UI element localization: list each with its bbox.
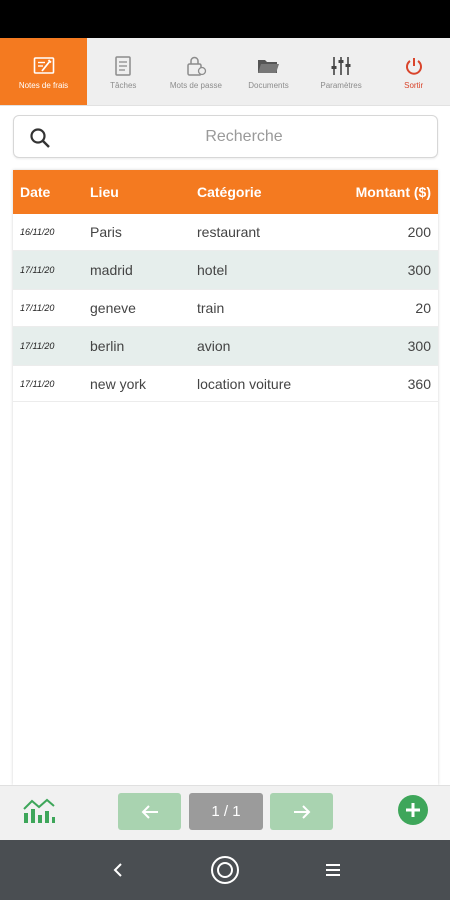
cell-date: 17/11/20 (20, 378, 55, 389)
bottom-toolbar: 1 / 1 (0, 785, 450, 840)
column-header-date[interactable]: Date (13, 184, 77, 200)
cell-montant: 360 (407, 375, 431, 392)
cell-montant: 20 (415, 300, 431, 316)
status-bar (0, 0, 450, 38)
stats-chart-icon[interactable] (22, 795, 56, 825)
cell-date: 16/11/20 (20, 227, 55, 237)
nav-item-parametres[interactable]: Paramètres (305, 38, 378, 105)
power-icon (402, 54, 426, 78)
arrow-left-icon (141, 804, 158, 819)
lock-icon (184, 54, 208, 78)
cell-categorie: hotel (197, 262, 228, 278)
column-header-lieu[interactable]: Lieu (77, 184, 184, 200)
table-row[interactable]: 16/11/20 Paris restaurant 200 (13, 214, 438, 251)
column-header-montant[interactable]: Montant ($) (334, 184, 438, 200)
nav-label: Tâches (110, 80, 137, 90)
table-row[interactable]: 17/11/20 geneve train 20 (13, 290, 438, 327)
cell-lieu: madrid (90, 262, 133, 278)
arrow-right-icon (293, 804, 310, 819)
search-box[interactable] (13, 115, 438, 158)
cell-montant: 300 (407, 262, 431, 278)
cell-categorie: train (197, 300, 225, 316)
column-header-categorie[interactable]: Catégorie (184, 184, 334, 200)
table-row[interactable]: 17/11/20 new york location voiture 360 (13, 366, 438, 402)
cell-lieu: new york (90, 375, 147, 392)
plus-icon (406, 803, 420, 817)
add-expense-button[interactable] (398, 795, 428, 825)
search-icon (30, 128, 50, 148)
cell-date: 17/11/20 (20, 265, 55, 275)
cell-date: 17/11/20 (20, 341, 55, 351)
nav-label: Notes de frais (18, 80, 69, 90)
table-row[interactable]: 17/11/20 madrid hotel 300 (13, 251, 438, 290)
search-input[interactable] (64, 116, 424, 157)
nav-item-notes-de-frais[interactable]: Notes de frais (0, 38, 87, 105)
sliders-icon (329, 54, 353, 78)
nav-label: Sortir (404, 80, 424, 90)
nav-item-documents[interactable]: Documents (232, 38, 305, 105)
nav-label: Documents (248, 80, 289, 90)
system-back-button[interactable] (102, 854, 134, 886)
nav-item-taches[interactable]: Tâches (87, 38, 160, 105)
receipt-icon (32, 54, 56, 78)
nav-label: Paramètres (320, 80, 362, 90)
system-navigation-bar (0, 840, 450, 900)
tasks-icon (111, 54, 135, 78)
menu-lines-icon (326, 864, 340, 876)
cell-lieu: geneve (90, 300, 136, 316)
chevron-left-icon (113, 863, 122, 877)
home-circle-icon (211, 856, 239, 884)
cell-categorie: restaurant (197, 224, 261, 240)
page-indicator: 1 / 1 (189, 793, 263, 830)
system-menu-button[interactable] (317, 854, 349, 886)
expenses-table: Date Lieu Catégorie Montant ($) 16/11/20… (13, 170, 438, 785)
system-home-button[interactable] (209, 854, 241, 886)
top-nav: Notes de frais Tâches Mots de passe Docu… (0, 38, 450, 106)
cell-lieu: Paris (90, 224, 122, 240)
nav-item-sortir[interactable]: Sortir (377, 38, 450, 105)
table-header: Date Lieu Catégorie Montant ($) (13, 170, 438, 214)
cell-lieu: berlin (90, 338, 125, 354)
nav-label: Mots de passe (169, 80, 222, 90)
cell-montant: 200 (407, 224, 431, 240)
cell-categorie: avion (197, 338, 231, 354)
cell-categorie: location voiture (197, 375, 292, 392)
cell-date: 17/11/20 (20, 303, 55, 313)
table-row[interactable]: 17/11/20 berlin avion 300 (13, 327, 438, 366)
previous-page-button[interactable] (118, 793, 181, 830)
cell-montant: 300 (407, 338, 431, 354)
folder-icon (256, 54, 280, 78)
next-page-button[interactable] (270, 793, 333, 830)
nav-item-mots-de-passe[interactable]: Mots de passe (160, 38, 233, 105)
